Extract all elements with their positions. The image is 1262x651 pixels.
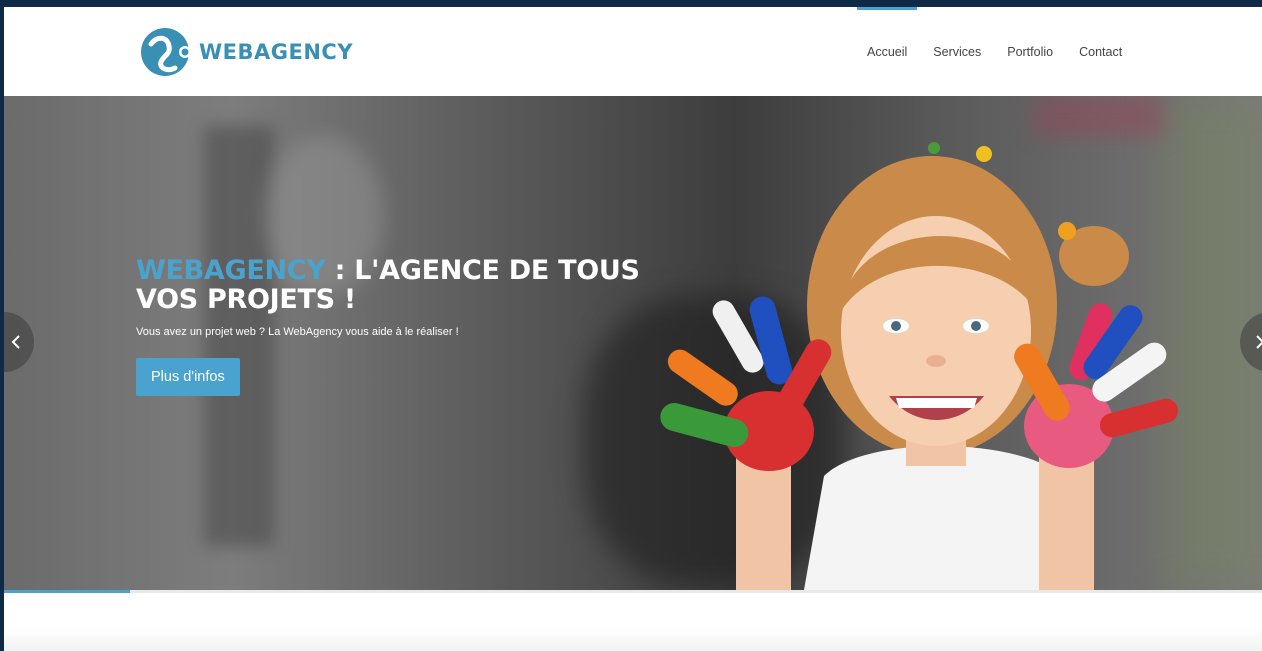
webagency-logo-icon bbox=[141, 28, 191, 76]
slider-prev-button[interactable] bbox=[4, 312, 34, 372]
main-nav: Accueil Services Portfolio Contact bbox=[854, 7, 1135, 96]
nav-item-portfolio[interactable]: Portfolio bbox=[994, 7, 1066, 96]
hero-title: WEBAGENCY : L'AGENCE DE TOUS VOS PROJETS… bbox=[136, 256, 656, 314]
hero-subtitle: Vous avez un projet web ? La WebAgency v… bbox=[136, 326, 459, 338]
next-section bbox=[4, 593, 1262, 651]
hero-slider: WEBAGENCY : L'AGENCE DE TOUS VOS PROJETS… bbox=[4, 96, 1262, 590]
hero-title-accent: WEBAGENCY bbox=[136, 255, 326, 286]
chevron-left-icon bbox=[11, 335, 20, 349]
hero-content: WEBAGENCY : L'AGENCE DE TOUS VOS PROJETS… bbox=[136, 256, 656, 396]
nav-item-services[interactable]: Services bbox=[920, 7, 994, 96]
site-header: WEBAGENCY Accueil Services Portfolio Con… bbox=[4, 7, 1262, 96]
more-info-button[interactable]: Plus d'infos bbox=[136, 358, 240, 396]
brand-name: WEBAGENCY bbox=[199, 40, 354, 64]
nav-item-accueil[interactable]: Accueil bbox=[854, 7, 920, 96]
site-logo[interactable]: WEBAGENCY bbox=[141, 26, 353, 78]
page: WEBAGENCY Accueil Services Portfolio Con… bbox=[4, 7, 1262, 651]
hero-image-child-painted-hands bbox=[660, 142, 1179, 590]
chevron-right-icon bbox=[1256, 335, 1262, 349]
nav-item-contact[interactable]: Contact bbox=[1066, 7, 1135, 96]
